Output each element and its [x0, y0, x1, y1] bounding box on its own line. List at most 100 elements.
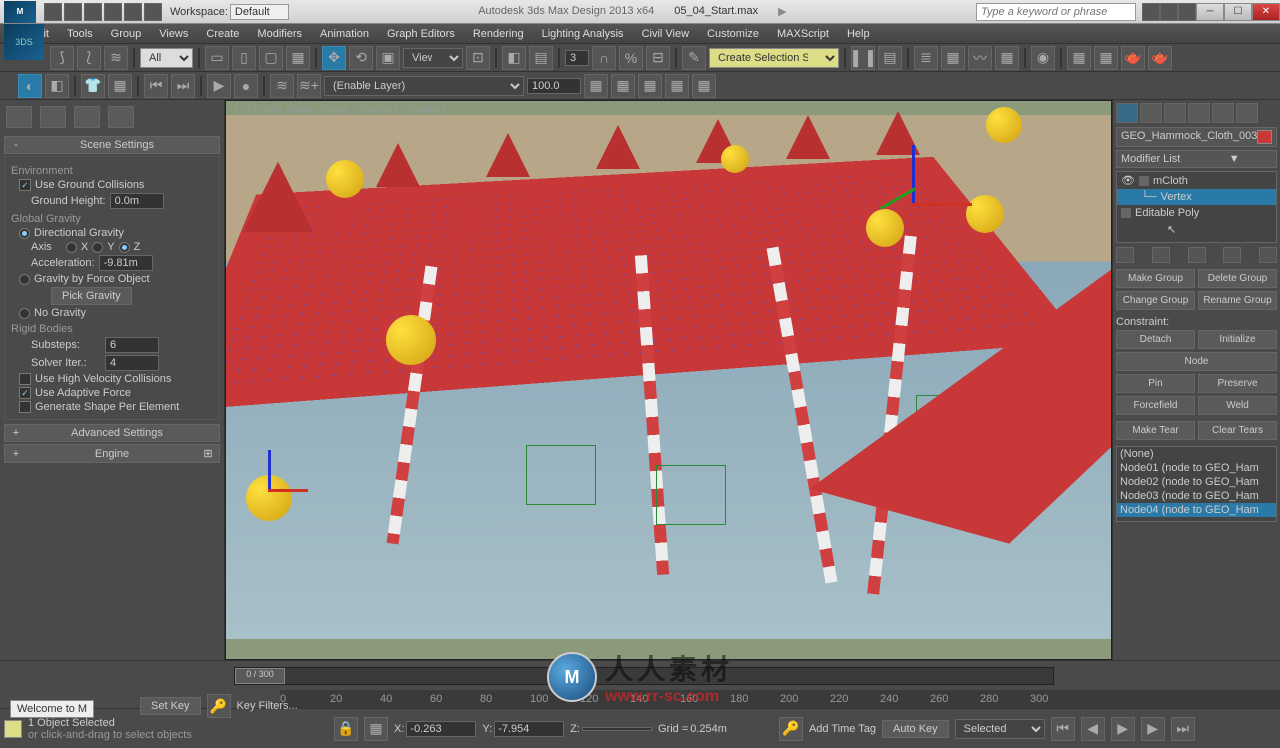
panel-tab3-icon[interactable] [74, 106, 100, 128]
panel-tab2-icon[interactable] [40, 106, 66, 128]
opt4-icon[interactable]: ▦ [665, 74, 689, 98]
select-rect-icon[interactable]: ▢ [259, 46, 283, 70]
panel-tab1-icon[interactable] [6, 106, 32, 128]
layer-selector[interactable]: (Enable Layer) [324, 76, 524, 96]
keyfilters-button[interactable]: Key Filters... [237, 700, 298, 712]
edit-named-sel-icon[interactable]: ✎ [682, 46, 706, 70]
utilities-tab-icon[interactable] [1236, 103, 1258, 123]
tool2-icon[interactable]: ◧ [45, 74, 69, 98]
layer-manager-icon[interactable]: ≣ [914, 46, 938, 70]
tool4-icon[interactable]: ▦ [108, 74, 132, 98]
y-coord-input[interactable]: -7.954 [494, 721, 564, 737]
initialize-button[interactable]: Initialize [1198, 330, 1277, 349]
manipulate-icon[interactable]: ◧ [502, 46, 526, 70]
qat-link-icon[interactable] [144, 3, 162, 21]
qat-new-icon[interactable] [44, 3, 62, 21]
menu-tools[interactable]: Tools [67, 28, 93, 40]
select-icon[interactable]: ▭ [205, 46, 229, 70]
render-production-icon[interactable]: 🫖 [1121, 46, 1145, 70]
qat-save-icon[interactable] [84, 3, 102, 21]
menu-rendering[interactable]: Rendering [473, 28, 524, 40]
modify-tab-icon[interactable] [1140, 103, 1162, 123]
rename-group-button[interactable]: Rename Group [1198, 291, 1277, 310]
object-color-swatch[interactable] [1257, 130, 1272, 144]
modifier-list-dropdown[interactable]: Modifier List▼ [1116, 150, 1277, 168]
key-icon[interactable]: 🔑 [207, 694, 231, 718]
layer-icon[interactable]: ≋ [270, 74, 294, 98]
add-time-tag[interactable]: Add Time Tag [809, 723, 876, 735]
maximize-button[interactable]: ☐ [1224, 3, 1252, 21]
schematic-icon[interactable]: ▦ [995, 46, 1019, 70]
spinner-snap-icon[interactable]: ⊟ [646, 46, 670, 70]
select-name-icon[interactable]: ▯ [232, 46, 256, 70]
weld-button[interactable]: Weld [1198, 396, 1277, 415]
preserve-button[interactable]: Preserve [1198, 374, 1277, 393]
snap-angle-icon[interactable]: ∩ [592, 46, 616, 70]
render-iterative-icon[interactable]: 🫖 [1148, 46, 1172, 70]
solver-spinner[interactable]: 4 [105, 355, 159, 371]
lock-selection-icon[interactable]: 🔒 [334, 717, 358, 741]
tshirt-icon[interactable]: 👕 [81, 74, 105, 98]
add-layer-icon[interactable]: ≋+ [297, 74, 321, 98]
prev-frame-icon[interactable]: ◀ [1081, 717, 1105, 741]
info-icon[interactable] [1160, 3, 1178, 21]
keyboard-icon[interactable]: ▤ [529, 46, 553, 70]
engine-rollout[interactable]: +Engine⊞ [4, 444, 220, 463]
detach-button[interactable]: Detach [1116, 330, 1195, 349]
axis-y-radio[interactable] [92, 242, 103, 253]
axis-z-radio[interactable] [119, 242, 130, 253]
ground-height-spinner[interactable]: 0.0m [110, 193, 164, 209]
viewport-label[interactable]: [ + ] [ CAM_Single_Target_CloseUp ] [ Sh… [234, 105, 446, 116]
substeps-spinner[interactable]: 6 [105, 337, 159, 353]
no-gravity-radio[interactable] [19, 308, 30, 319]
menu-create[interactable]: Create [206, 28, 239, 40]
next-frame-icon[interactable]: ▶ [1141, 717, 1165, 741]
pin-stack-icon[interactable] [1116, 247, 1134, 263]
setkey-button[interactable]: Set Key [140, 697, 201, 715]
adaptive-force-checkbox[interactable]: ✓ [19, 387, 31, 399]
window-crossing-icon[interactable]: ▦ [286, 46, 310, 70]
application-menu-button[interactable]: 3DS [4, 24, 44, 60]
motion-tab-icon[interactable] [1188, 103, 1210, 123]
prev-key-icon[interactable]: ⏮ [144, 74, 168, 98]
gen-shape-checkbox[interactable] [19, 401, 31, 413]
high-velocity-checkbox[interactable] [19, 373, 31, 385]
app-icon[interactable]: M [4, 1, 36, 23]
menu-civilview[interactable]: Civil View [642, 28, 689, 40]
opt2-icon[interactable]: ▦ [611, 74, 635, 98]
menu-maxscript[interactable]: MAXScript [777, 28, 829, 40]
change-group-button[interactable]: Change Group [1116, 291, 1195, 310]
node-button[interactable]: Node [1116, 352, 1277, 371]
make-group-button[interactable]: Make Group [1116, 269, 1195, 288]
hierarchy-tab-icon[interactable] [1164, 103, 1186, 123]
object-name-field[interactable]: GEO_Hammock_Cloth_003 [1116, 127, 1277, 147]
next-key-icon[interactable]: ⏭ [171, 74, 195, 98]
scene-settings-rollout[interactable]: -Scene Settings [4, 136, 220, 154]
menu-lighting[interactable]: Lighting Analysis [542, 28, 624, 40]
mirror-icon[interactable]: ▌▐ [851, 46, 875, 70]
force-object-radio[interactable] [19, 274, 30, 285]
configure-sets-icon[interactable] [1259, 247, 1277, 263]
material-editor-icon[interactable]: ◉ [1031, 46, 1055, 70]
autokey-button[interactable]: Auto Key [882, 720, 949, 738]
remove-modifier-icon[interactable] [1223, 247, 1241, 263]
viewport[interactable]: [ + ] [ CAM_Single_Target_CloseUp ] [ Sh… [225, 100, 1112, 660]
menu-group[interactable]: Group [111, 28, 142, 40]
bind-icon[interactable]: ≋ [104, 46, 128, 70]
panel-tab4-icon[interactable] [108, 106, 134, 128]
move-icon[interactable]: ✥ [322, 46, 346, 70]
snap-value[interactable]: 3 [565, 50, 589, 66]
key-mode-select[interactable]: Selected [955, 719, 1045, 739]
goto-end-icon[interactable]: ⏭ [1171, 717, 1195, 741]
make-unique-icon[interactable] [1188, 247, 1206, 263]
qat-undo-icon[interactable] [104, 3, 122, 21]
record-icon[interactable]: ● [234, 74, 258, 98]
opt1-icon[interactable]: ▦ [584, 74, 608, 98]
render-setup-icon[interactable]: ▦ [1067, 46, 1091, 70]
unlink-icon[interactable]: ⟅ [77, 46, 101, 70]
clear-tears-button[interactable]: Clear Tears [1198, 421, 1277, 440]
scale-icon[interactable]: ▣ [376, 46, 400, 70]
node-list[interactable]: (None) Node01 (node to GEO_Ham Node02 (n… [1116, 446, 1277, 522]
play-icon[interactable]: ▶ [207, 74, 231, 98]
pick-gravity-button[interactable]: Pick Gravity [51, 287, 132, 305]
